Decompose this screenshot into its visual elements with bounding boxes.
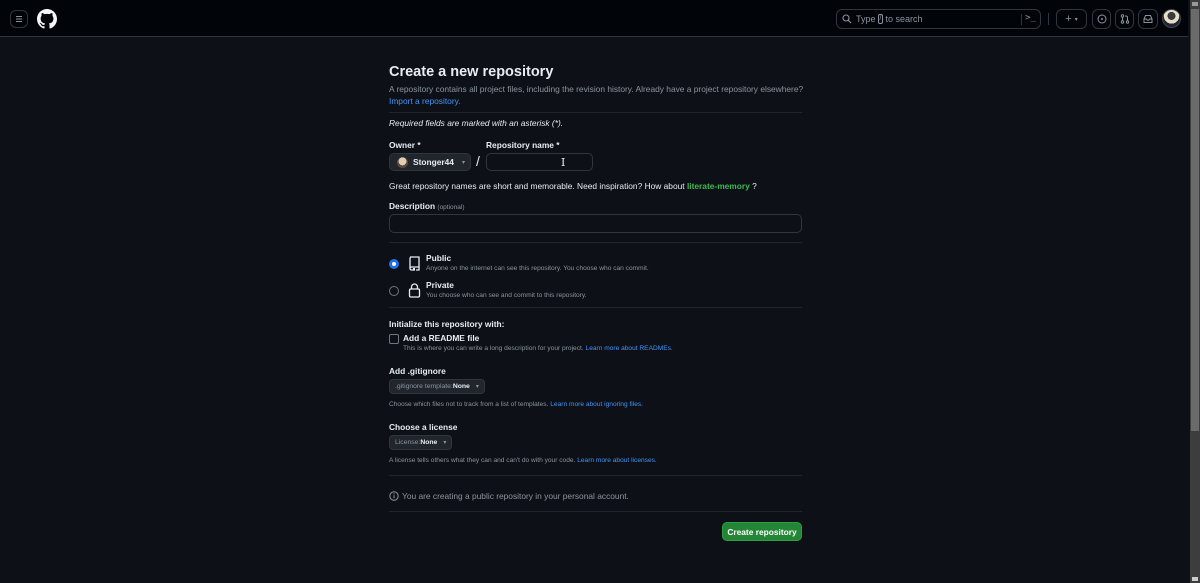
name-hint: Great repository names are short and mem… xyxy=(389,181,757,191)
chevron-down-icon: ▾ xyxy=(1074,16,1078,23)
chevron-down-icon: ▾ xyxy=(443,440,447,446)
search-shortcut-key: / xyxy=(877,14,884,24)
notice-text: You are creating a public repository in … xyxy=(402,491,629,501)
learn-licenses-link[interactable]: Learn more about licenses. xyxy=(577,457,657,464)
add-readme-checkbox[interactable] xyxy=(389,334,399,344)
gitignore-description-text: Choose which files not to track from a l… xyxy=(389,401,549,408)
divider xyxy=(389,475,802,476)
divider xyxy=(389,307,802,308)
divider xyxy=(389,511,802,512)
name-suggestion-link[interactable]: literate-memory xyxy=(687,181,750,191)
required-fields-note: Required fields are marked with an aster… xyxy=(389,118,564,128)
divider xyxy=(389,112,802,113)
add-readme-label[interactable]: Add a README file xyxy=(403,333,479,343)
pull-requests-button[interactable] xyxy=(1115,9,1134,29)
license-description-text: A license tells others what they can and… xyxy=(389,457,576,464)
license-label: Choose a license xyxy=(389,422,458,432)
name-hint-end: ? xyxy=(752,181,757,191)
owner-avatar xyxy=(397,156,408,168)
create-repository-button[interactable]: Create repository xyxy=(722,522,802,541)
repo-icon xyxy=(409,256,420,271)
search-icon xyxy=(842,14,852,24)
header-divider xyxy=(1048,13,1049,25)
private-radio[interactable] xyxy=(389,286,399,296)
public-title: Public xyxy=(426,253,452,263)
license-prefix: License: xyxy=(395,439,421,446)
search-divider xyxy=(1021,14,1022,25)
divider xyxy=(389,242,802,243)
repository-name-input[interactable] xyxy=(486,153,593,171)
license-dropdown[interactable]: License: None ▾ xyxy=(389,435,453,450)
gitignore-prefix: .gitignore template: xyxy=(395,383,453,390)
page-scrollbar[interactable] xyxy=(1190,0,1200,583)
initialize-label: Initialize this repository with: xyxy=(389,319,505,329)
owner-repo-separator: / xyxy=(476,153,480,169)
description-input[interactable] xyxy=(389,214,802,233)
learn-readmes-link[interactable]: Learn more about READMEs. xyxy=(586,345,673,352)
global-header: Type / to search >_ + ▾ xyxy=(0,0,1188,37)
scroll-down-arrow-icon[interactable] xyxy=(1192,577,1198,581)
create-new-button[interactable]: + ▾ xyxy=(1056,9,1087,29)
pull-request-icon xyxy=(1120,14,1129,24)
menu-button[interactable] xyxy=(10,10,28,28)
command-palette-icon[interactable]: >_ xyxy=(1025,13,1036,23)
search-placeholder-pre: Type xyxy=(856,14,876,24)
inbox-icon xyxy=(1143,15,1153,23)
public-radio[interactable] xyxy=(389,259,399,269)
github-logo-icon[interactable] xyxy=(37,9,57,29)
plus-icon: + xyxy=(1065,13,1072,25)
search-placeholder-post: to search xyxy=(885,14,923,24)
chevron-down-icon: ▾ xyxy=(461,159,465,166)
description-label: Description (optional) xyxy=(389,201,465,211)
visibility-notice: You are creating a public repository in … xyxy=(389,491,629,501)
user-avatar[interactable] xyxy=(1162,9,1181,28)
hamburger-icon xyxy=(16,16,22,22)
subtitle-text: A repository contains all project files,… xyxy=(389,84,804,94)
gitignore-label: Add .gitignore xyxy=(389,366,446,376)
lock-icon xyxy=(408,283,421,298)
repository-name-label: Repository name * xyxy=(486,140,560,150)
page-subtitle: A repository contains all project files,… xyxy=(389,83,803,107)
search-placeholder: Type / to search xyxy=(856,14,923,24)
gitignore-value: None xyxy=(452,383,470,390)
info-icon xyxy=(389,491,399,501)
search-input[interactable]: Type / to search >_ xyxy=(836,9,1041,29)
inbox-button[interactable] xyxy=(1138,9,1158,29)
description-optional: (optional) xyxy=(437,204,465,211)
page-title: Create a new repository xyxy=(389,64,554,80)
license-value: None xyxy=(420,439,438,446)
issues-button[interactable] xyxy=(1092,9,1111,29)
private-title: Private xyxy=(426,280,454,290)
owner-value: Stonger44 xyxy=(413,157,454,167)
issue-icon xyxy=(1097,14,1106,24)
name-hint-text: Great repository names are short and mem… xyxy=(389,181,685,191)
visibility-private-option[interactable]: Private You choose who can see and commi… xyxy=(389,280,802,304)
gitignore-template-dropdown[interactable]: .gitignore template: None ▾ xyxy=(389,379,485,394)
private-description: You choose who can see and commit to thi… xyxy=(426,292,587,299)
readme-description: This is where you can write a long descr… xyxy=(403,345,673,352)
import-repository-link[interactable]: Import a repository. xyxy=(389,96,461,106)
chevron-down-icon: ▾ xyxy=(475,384,479,390)
readme-description-text: This is where you can write a long descr… xyxy=(403,345,584,352)
owner-label: Owner * xyxy=(389,140,421,150)
visibility-public-option[interactable]: Public Anyone on the internet can see th… xyxy=(389,253,802,277)
license-description: A license tells others what they can and… xyxy=(389,457,657,464)
description-label-text: Description xyxy=(389,201,436,211)
owner-dropdown[interactable]: Stonger44 ▾ xyxy=(389,153,471,171)
learn-ignoring-files-link[interactable]: Learn more about ignoring files. xyxy=(550,401,643,408)
public-description: Anyone on the internet can see this repo… xyxy=(426,265,649,272)
scroll-up-arrow-icon[interactable] xyxy=(1192,2,1198,6)
scrollbar-thumb[interactable] xyxy=(1191,9,1199,431)
gitignore-description: Choose which files not to track from a l… xyxy=(389,401,643,408)
